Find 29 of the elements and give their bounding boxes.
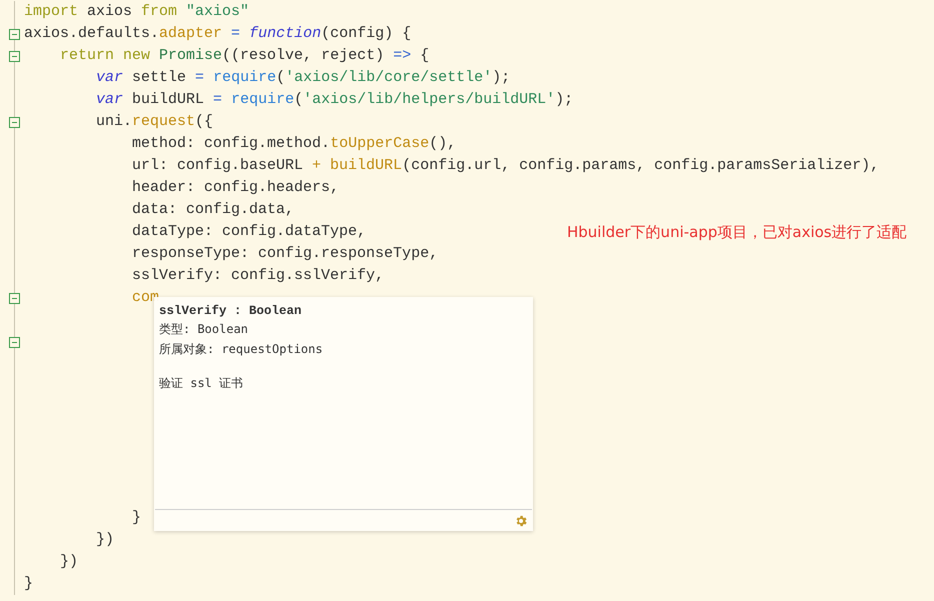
code-line: method: config.method.toUpperCase(), xyxy=(131,134,456,154)
tooltip-description: 验证 ssl 证书 xyxy=(159,375,244,392)
fold-icon[interactable] xyxy=(9,51,20,62)
code-line: uni.request({ xyxy=(95,112,214,132)
code-line: com xyxy=(131,288,160,308)
code-line: sslVerify: config.sslVerify, xyxy=(131,266,384,286)
code-line: return new Promise((resolve, reject) => { xyxy=(59,46,430,66)
gear-icon[interactable] xyxy=(514,514,528,528)
tooltip-title: sslVerify : Boolean xyxy=(159,304,303,318)
code-line: var settle = require('axios/lib/core/settle'); xyxy=(95,68,510,88)
annotation-text: Hbuilder下的uni-app项目，已对axios进行了适配 xyxy=(567,222,907,242)
fold-icon[interactable] xyxy=(9,117,20,128)
code-line: header: config.headers, xyxy=(131,178,340,198)
code-line: axios.defaults.adapter = function(config) { xyxy=(24,24,412,44)
code-line: url: config.baseURL + buildURL(config.url, config.params, config.paramsSerializer), xyxy=(131,156,880,176)
fold-icon[interactable] xyxy=(9,29,20,40)
code-line: responseType: config.responseType, xyxy=(131,244,438,264)
code-line: } xyxy=(131,508,142,528)
tooltip-line: 所属对象: requestOptions xyxy=(159,341,324,358)
fold-icon[interactable] xyxy=(9,293,20,304)
code-line: }) xyxy=(95,530,114,550)
code-line: import axios from "axios" xyxy=(24,2,250,22)
code-line: } xyxy=(24,574,34,594)
fold-icon[interactable] xyxy=(9,337,20,348)
code-line: data: config.data, xyxy=(131,200,294,220)
code-line: }) xyxy=(59,552,78,572)
code-line: var buildURL = require('axios/lib/helpers/buildURL'); xyxy=(95,90,574,110)
code-line: dataType: config.dataType, xyxy=(131,222,366,242)
tooltip-line: 类型: Boolean xyxy=(159,321,250,338)
